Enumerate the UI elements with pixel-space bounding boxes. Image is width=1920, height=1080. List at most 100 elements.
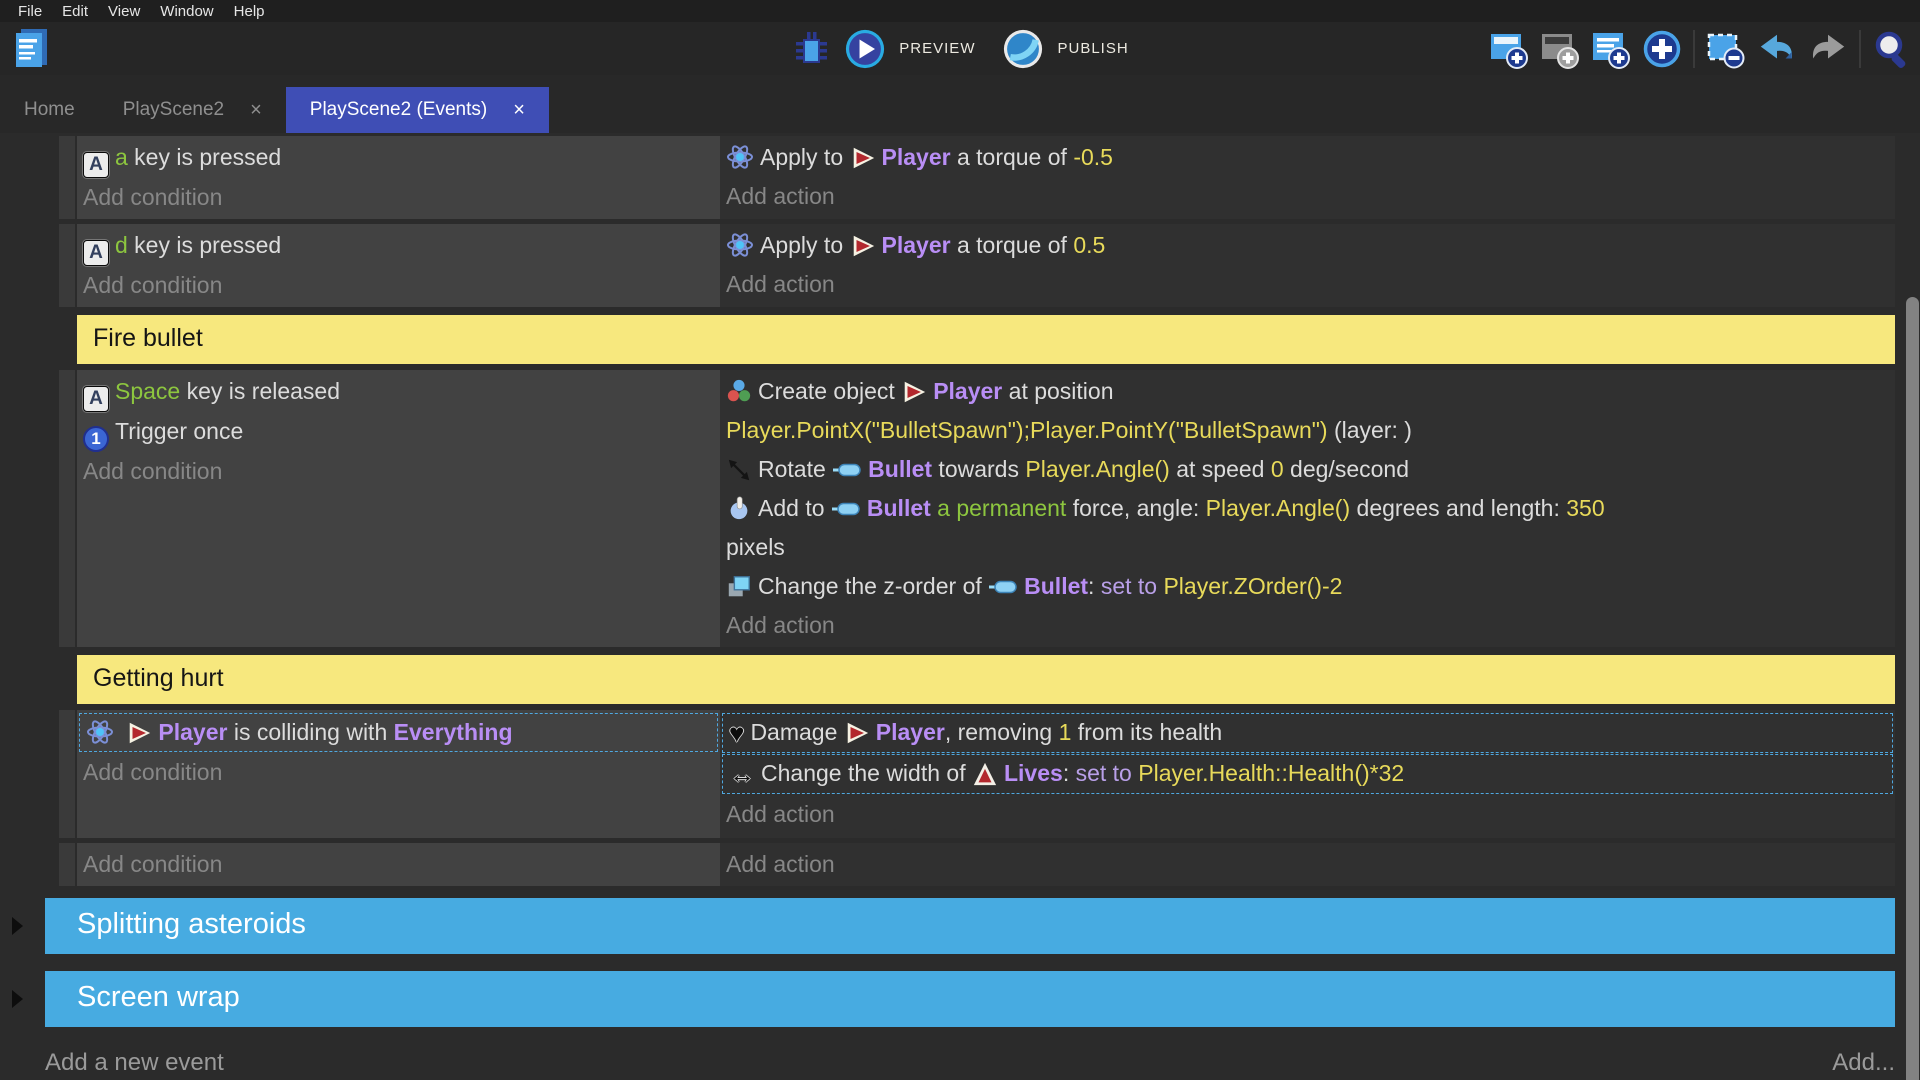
- menu-item-help[interactable]: Help: [224, 3, 275, 20]
- tab-home[interactable]: Home: [0, 87, 99, 133]
- add-new-event-circle-icon[interactable]: [1642, 29, 1682, 69]
- debugger-icon[interactable]: [791, 29, 831, 69]
- object-ref: Player: [933, 378, 1002, 404]
- bullet-object-icon: [988, 567, 1018, 606]
- event-drag-handle[interactable]: [59, 370, 75, 647]
- add-subevent-icon[interactable]: [1540, 29, 1580, 69]
- menu-item-view[interactable]: View: [98, 3, 150, 20]
- add-action-button[interactable]: Add action: [720, 177, 1895, 216]
- action-row[interactable]: ♥Damage Player, removing 1 from its heal…: [722, 713, 1893, 753]
- player-object-icon: [126, 714, 152, 751]
- add-event-icon[interactable]: [1489, 29, 1529, 69]
- action-row[interactable]: Rotate Bullet towards Player.Angle() at …: [720, 450, 1895, 489]
- expression-text: 350: [1566, 495, 1604, 521]
- menu-item-edit[interactable]: Edit: [52, 3, 98, 20]
- text-segment: Damage: [750, 719, 843, 745]
- condition-row[interactable]: ASpace key is released: [77, 372, 720, 412]
- width-arrows-icon: ↔: [729, 756, 755, 793]
- expression-text: 0.5: [1073, 232, 1105, 258]
- tab-playscene2[interactable]: PlayScene2 ×: [99, 87, 286, 133]
- scrollbar-thumb[interactable]: [1906, 297, 1919, 1080]
- text-segment: Rotate: [758, 456, 832, 482]
- text-segment: degrees and length:: [1350, 495, 1566, 521]
- lives-object-icon: [972, 755, 998, 792]
- redo-icon[interactable]: [1808, 29, 1848, 69]
- event-drag-handle[interactable]: [59, 224, 75, 307]
- condition-row[interactable]: Player is colliding with Everything: [79, 713, 718, 752]
- text-segment: :: [1088, 573, 1101, 599]
- text-segment: pixels: [726, 534, 785, 560]
- condition-row[interactable]: Aa key is pressed: [77, 138, 720, 178]
- tab-label: PlayScene2 (Events): [310, 99, 487, 121]
- condition-row[interactable]: 1Trigger once: [77, 412, 720, 452]
- add-condition-button[interactable]: Add condition: [77, 845, 720, 884]
- tab-playscene2-events-[interactable]: PlayScene2 (Events) ×: [286, 87, 549, 133]
- keyboard-icon: A: [83, 152, 109, 178]
- action-row[interactable]: Apply to Player a torque of -0.5: [720, 138, 1895, 177]
- publish-label[interactable]: PUBLISH: [1057, 40, 1128, 57]
- event-drag-handle[interactable]: [59, 710, 75, 838]
- menu-item-window[interactable]: Window: [150, 3, 223, 20]
- group-row[interactable]: Splitting asteroids: [45, 898, 1895, 954]
- action-row[interactable]: Create object Player at positionPlayer.P…: [720, 372, 1895, 450]
- add-action-button[interactable]: Add action: [720, 265, 1895, 304]
- add-button[interactable]: Add...: [1832, 1049, 1895, 1077]
- close-icon[interactable]: ×: [513, 99, 525, 122]
- action-row[interactable]: Add to Bullet a permanent force, angle: …: [720, 489, 1895, 567]
- action-row[interactable]: Change the z-order of Bullet: set to Pla…: [720, 567, 1895, 606]
- text-segment: Add to: [758, 495, 831, 521]
- search-icon[interactable]: [1872, 29, 1912, 69]
- physics-icon: [726, 226, 754, 265]
- keyboard-icon: A: [83, 386, 109, 412]
- add-action-button[interactable]: Add action: [720, 845, 1895, 884]
- undo-icon[interactable]: [1757, 29, 1797, 69]
- event-block: Aa key is pressedAdd conditionApply to P…: [59, 136, 1895, 219]
- tab-label: PlayScene2: [123, 99, 224, 121]
- condition-row[interactable]: Ad key is pressed: [77, 226, 720, 266]
- add-comment-icon[interactable]: [1591, 29, 1631, 69]
- add-condition-button[interactable]: Add condition: [77, 753, 720, 792]
- preview-label[interactable]: PREVIEW: [899, 40, 975, 57]
- text-segment: Trigger once: [115, 418, 243, 444]
- player-object-icon: [850, 138, 876, 177]
- add-condition-button[interactable]: Add condition: [77, 178, 720, 217]
- event-drag-handle[interactable]: [59, 136, 75, 219]
- text-segment: Change the width of: [761, 760, 972, 786]
- text-segment: is colliding with: [227, 719, 393, 745]
- close-icon[interactable]: ×: [250, 99, 262, 122]
- operator-text: set to: [1101, 573, 1164, 599]
- conditions-column: Aa key is pressedAdd condition: [77, 136, 720, 219]
- text-segment: at speed: [1170, 456, 1271, 482]
- expand-arrow-icon[interactable]: [12, 990, 23, 1008]
- scrollbar[interactable]: [1906, 133, 1919, 1080]
- comment-row[interactable]: Fire bullet: [77, 315, 1895, 364]
- trigger-once-icon: 1: [83, 426, 109, 452]
- delete-selection-icon[interactable]: [1706, 29, 1746, 69]
- toolbar: PREVIEW PUBLISH: [0, 22, 1920, 75]
- expression-text: Player.ZOrder()-2: [1163, 573, 1342, 599]
- event-drag-handle[interactable]: [59, 843, 75, 886]
- action-row[interactable]: ↔Change the width of Lives: set to Playe…: [722, 754, 1893, 794]
- event-block: ASpace key is released1Trigger onceAdd c…: [59, 370, 1895, 647]
- publish-icon[interactable]: [1003, 29, 1043, 69]
- rotate-icon: [726, 450, 752, 489]
- comment-row[interactable]: Getting hurt: [77, 655, 1895, 704]
- actions-column: Create object Player at positionPlayer.P…: [720, 370, 1895, 647]
- add-condition-button[interactable]: Add condition: [77, 452, 720, 491]
- expand-arrow-icon[interactable]: [12, 917, 23, 935]
- menu-item-file[interactable]: File: [8, 3, 52, 20]
- add-action-button[interactable]: Add action: [720, 795, 1895, 834]
- add-new-event-button[interactable]: Add a new event: [45, 1049, 224, 1077]
- add-action-button[interactable]: Add action: [720, 606, 1895, 645]
- group-row[interactable]: Screen wrap: [45, 971, 1895, 1027]
- toolbar-right-icons: [1489, 22, 1912, 75]
- add-condition-button[interactable]: Add condition: [77, 266, 720, 305]
- text-segment: Apply to: [760, 144, 850, 170]
- action-row[interactable]: Apply to Player a torque of 0.5: [720, 226, 1895, 265]
- conditions-column: Add condition: [77, 843, 720, 886]
- text-segment: (layer: ): [1328, 417, 1412, 443]
- menu-bar: FileEditViewWindowHelp: [0, 0, 1920, 22]
- force-icon: [726, 489, 752, 528]
- preview-icon[interactable]: [845, 29, 885, 69]
- text-segment: key is pressed: [128, 232, 281, 258]
